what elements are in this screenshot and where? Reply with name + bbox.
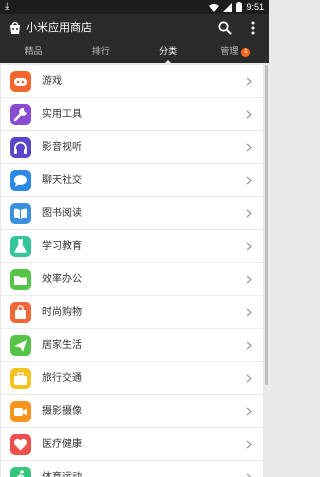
chevron-right-icon xyxy=(246,275,252,284)
chevron-right-icon xyxy=(246,110,252,119)
category-label: 时尚购物 xyxy=(42,307,82,318)
category-row[interactable]: 摄影摄像 xyxy=(1,395,263,428)
category-row[interactable]: 旅行交通 xyxy=(1,362,263,395)
status-bar: ⤓ 9:51 xyxy=(0,0,269,14)
chevron-right-icon xyxy=(246,242,252,251)
chevron-right-icon xyxy=(246,440,252,449)
book-icon xyxy=(10,203,31,224)
category-label: 影音视听 xyxy=(42,142,82,153)
category-label: 图书阅读 xyxy=(42,208,82,219)
store-bag-icon xyxy=(10,21,20,34)
chevron-right-icon xyxy=(246,473,252,477)
category-label: 效率办公 xyxy=(42,274,82,285)
chevron-right-icon xyxy=(246,308,252,317)
scrollbar[interactable] xyxy=(265,65,268,385)
gamepad-icon xyxy=(10,71,31,92)
shopping-bag-icon xyxy=(10,302,31,323)
paper-plane-icon xyxy=(10,335,31,356)
tab-categories[interactable]: 分类 xyxy=(135,42,202,64)
update-count-badge: 1 xyxy=(241,48,251,57)
wifi-icon xyxy=(209,3,220,12)
category-label: 旅行交通 xyxy=(42,373,82,384)
running-icon xyxy=(10,467,31,477)
category-list: 游戏实用工具影音视听聊天社交图书阅读学习教育效率办公时尚购物居家生活旅行交通摄影… xyxy=(0,63,269,477)
chevron-right-icon xyxy=(246,374,252,383)
more-vert-icon[interactable] xyxy=(245,20,261,36)
category-row[interactable]: 游戏 xyxy=(1,65,263,98)
search-icon[interactable] xyxy=(217,20,233,36)
category-row[interactable]: 学习教育 xyxy=(1,230,263,263)
suitcase-icon xyxy=(10,368,31,389)
category-label: 体育运动 xyxy=(42,461,82,477)
category-row[interactable]: 效率办公 xyxy=(1,263,263,296)
wrench-icon xyxy=(10,104,31,125)
tab-label: 管理 xyxy=(220,47,239,57)
category-row[interactable]: 实用工具 xyxy=(1,98,263,131)
chevron-right-icon xyxy=(246,341,252,350)
category-row[interactable]: 居家生活 xyxy=(1,329,263,362)
tab-label: 精品 xyxy=(24,47,43,57)
chevron-right-icon xyxy=(246,209,252,218)
category-label: 医疗健康 xyxy=(42,439,82,450)
app-title: 小米应用商店 xyxy=(26,21,92,34)
tab-label: 分类 xyxy=(159,47,178,57)
tab-manage[interactable]: 管理 1 xyxy=(202,42,269,63)
tab-featured[interactable]: 精品 xyxy=(0,42,67,63)
category-label: 居家生活 xyxy=(42,340,82,351)
tab-label: 排行 xyxy=(91,47,110,57)
status-icons: 9:51 xyxy=(209,0,264,14)
category-row[interactable]: 聊天社交 xyxy=(1,164,263,197)
video-camera-icon xyxy=(10,401,31,422)
chevron-right-icon xyxy=(246,176,252,185)
category-row[interactable]: 体育运动 xyxy=(1,461,263,477)
chevron-right-icon xyxy=(246,407,252,416)
status-time: 9:51 xyxy=(246,2,264,12)
category-label: 实用工具 xyxy=(42,109,82,120)
chevron-right-icon xyxy=(246,143,252,152)
folder-icon xyxy=(10,269,31,290)
category-label: 游戏 xyxy=(42,76,62,87)
tab-ranking[interactable]: 排行 xyxy=(67,42,134,63)
heart-icon xyxy=(10,434,31,455)
flask-icon xyxy=(10,236,31,257)
category-row[interactable]: 图书阅读 xyxy=(1,197,263,230)
category-row[interactable]: 影音视听 xyxy=(1,131,263,164)
headphones-icon xyxy=(10,137,31,158)
category-row[interactable]: 时尚购物 xyxy=(1,296,263,329)
app-bar: 小米应用商店 xyxy=(0,14,269,42)
download-icon: ⤓ xyxy=(5,1,10,12)
category-card: 游戏实用工具影音视听聊天社交图书阅读学习教育效率办公时尚购物居家生活旅行交通摄影… xyxy=(1,65,263,477)
battery-icon xyxy=(236,2,243,12)
category-label: 学习教育 xyxy=(42,241,82,252)
signal-icon xyxy=(223,2,233,12)
chevron-right-icon xyxy=(246,77,252,86)
category-label: 聊天社交 xyxy=(42,175,82,186)
category-row[interactable]: 医疗健康 xyxy=(1,428,263,461)
category-label: 摄影摄像 xyxy=(42,406,82,417)
tab-bar: 精品 排行 分类 管理 1 xyxy=(0,42,269,64)
chat-bubble-icon xyxy=(10,170,31,191)
